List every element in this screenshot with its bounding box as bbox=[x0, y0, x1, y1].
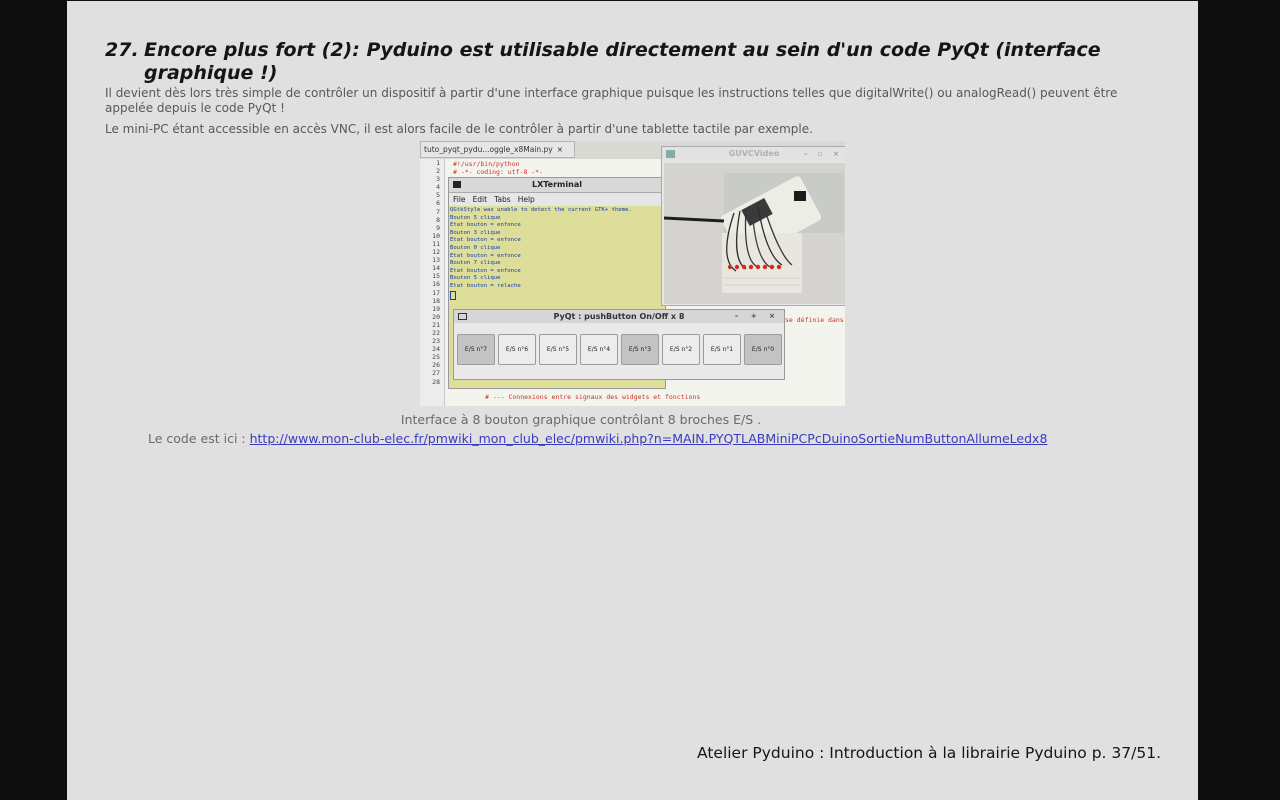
line-number: 20 bbox=[432, 312, 440, 321]
terminal-menu-tabs[interactable]: Tabs bbox=[494, 195, 511, 204]
line-number: 24 bbox=[432, 345, 440, 354]
line-number: 15 bbox=[432, 272, 440, 281]
terminal-line: Bouton 7 clique bbox=[450, 260, 501, 267]
line-number-gutter: 1 2 3 4 5 6 7 8 9 10 11 12 13 14 15 16 17 18 19 20 21 22 23 24 2… bbox=[420, 159, 445, 406]
terminal-titlebar: LXTerminal bbox=[449, 178, 665, 193]
terminal-line: Bouton 5 clique bbox=[450, 214, 501, 221]
pyqt-title: PyQt : pushButton On/Off x 8 bbox=[553, 312, 685, 321]
line-number: 25 bbox=[432, 353, 440, 362]
video-title: GUVCVideo bbox=[728, 149, 780, 158]
line-number: 21 bbox=[432, 320, 440, 329]
code-link-line: Le code est ici : http://www.mon-club-el… bbox=[148, 431, 1148, 446]
window-controls: – + × bbox=[734, 312, 780, 320]
terminal-menu-file[interactable]: File bbox=[453, 195, 466, 204]
heading-text: Encore plus fort (2): Pyduino est utilis… bbox=[144, 39, 1101, 84]
terminal-icon bbox=[453, 181, 461, 188]
terminal-menu-edit[interactable]: Edit bbox=[473, 195, 488, 204]
io-toggle-button[interactable]: E/S n°4 bbox=[580, 334, 618, 365]
video-window: GUVCVideo – ▫ × bbox=[661, 146, 845, 306]
camera-feed bbox=[664, 163, 845, 304]
code-link-prefix: Le code est ici : bbox=[148, 431, 250, 446]
line-number: 6 bbox=[436, 199, 440, 208]
line-number: 7 bbox=[436, 207, 440, 216]
page-footer: Atelier Pyduino : Introduction à la libr… bbox=[697, 744, 1161, 762]
line-number: 4 bbox=[436, 183, 440, 192]
terminal-cursor bbox=[450, 290, 664, 304]
line-number: 12 bbox=[432, 248, 440, 257]
terminal-line: Etat bouton = enfonce bbox=[450, 237, 521, 244]
slide-heading: 27. Encore plus fort (2): Pyduino est ut… bbox=[105, 39, 1105, 85]
line-number: 14 bbox=[432, 264, 440, 273]
close-icon: × bbox=[556, 145, 564, 154]
line-number: 18 bbox=[432, 296, 440, 305]
heading-number: 27. bbox=[105, 39, 139, 61]
terminal-line: QGtkStyle was unable to detect the curre… bbox=[450, 207, 632, 213]
terminal-output: QGtkStyle was unable to detect the curre… bbox=[449, 206, 665, 304]
line-number: 19 bbox=[432, 304, 440, 313]
line-number: 17 bbox=[432, 288, 440, 297]
io-toggle-button[interactable]: E/S n°0 bbox=[744, 334, 782, 365]
button-row: E/S n°7 E/S n°6 E/S n°5 E/S n°4 E/S n°3 E/S n… bbox=[457, 334, 782, 365]
editor-tab-label: tuto_pyqt_pydu...oggle_x8Main.py bbox=[424, 145, 553, 154]
code-line: # -*- coding: utf-8 -*- bbox=[453, 168, 544, 176]
terminal-line: Bouton 3 clique bbox=[450, 229, 501, 236]
breadboard-photo bbox=[664, 163, 845, 304]
terminal-line: Etat bouton = relache bbox=[450, 282, 521, 289]
line-number: 5 bbox=[436, 191, 440, 200]
io-toggle-button[interactable]: E/S n°7 bbox=[457, 334, 495, 365]
pyqt-titlebar: PyQt : pushButton On/Off x 8 – + × bbox=[454, 310, 784, 323]
io-toggle-button[interactable]: E/S n°6 bbox=[498, 334, 536, 365]
line-number: 13 bbox=[432, 256, 440, 265]
terminal-line: Bouton 0 clique bbox=[450, 244, 501, 251]
io-toggle-button[interactable]: E/S n°2 bbox=[662, 334, 700, 365]
line-number: 23 bbox=[432, 337, 440, 346]
code-line: # --- Connexions entre signaux des widge… bbox=[485, 393, 701, 401]
slide-page: 27. Encore plus fort (2): Pyduino est ut… bbox=[67, 1, 1198, 800]
terminal-line: Etat bouton = enfonce bbox=[450, 252, 521, 259]
terminal-line: Etat bouton = enfonce bbox=[450, 267, 521, 274]
window-icon bbox=[458, 313, 467, 320]
line-number: 28 bbox=[432, 377, 440, 386]
line-number: 10 bbox=[432, 231, 440, 240]
terminal-menu-help[interactable]: Help bbox=[518, 195, 535, 204]
embedded-screenshot: tuto_pyqt_pydu...oggle_x8Main.py × 123456… bbox=[420, 141, 845, 406]
paragraph-1: Il devient dès lors très simple de contr… bbox=[105, 86, 1118, 115]
io-toggle-button[interactable]: E/S n°1 bbox=[703, 334, 741, 365]
window-controls: – ▫ × bbox=[804, 150, 843, 158]
terminal-line: Bouton 5 clique bbox=[450, 275, 501, 282]
line-number: 3 bbox=[436, 175, 440, 184]
editor-tab: tuto_pyqt_pydu...oggle_x8Main.py × bbox=[420, 141, 575, 158]
line-number: 11 bbox=[432, 239, 440, 248]
line-number: 22 bbox=[432, 328, 440, 337]
pyqt-window: PyQt : pushButton On/Off x 8 – + × E/S n… bbox=[453, 309, 785, 380]
line-number: 1 bbox=[436, 159, 440, 167]
io-toggle-button[interactable]: E/S n°3 bbox=[621, 334, 659, 365]
terminal-line: Etat bouton = enfonce bbox=[450, 222, 521, 229]
video-titlebar: GUVCVideo – ▫ × bbox=[662, 147, 845, 161]
code-fragment: se définie dans bbox=[785, 316, 844, 324]
line-number: 8 bbox=[436, 215, 440, 224]
camera-icon bbox=[666, 150, 675, 158]
line-number: 27 bbox=[432, 369, 440, 378]
terminal-menubar: File Edit Tabs Help bbox=[449, 193, 665, 206]
line-number: 26 bbox=[432, 361, 440, 370]
figure-caption: Interface à 8 bouton graphique contrôlan… bbox=[400, 412, 762, 427]
paragraph-2: Le mini-PC étant accessible en accès VNC… bbox=[105, 122, 813, 136]
line-number: 9 bbox=[436, 223, 440, 232]
terminal-title: LXTerminal bbox=[532, 180, 582, 189]
line-number: 16 bbox=[432, 280, 440, 289]
code-link[interactable]: http://www.mon-club-elec.fr/pmwiki_mon_c… bbox=[250, 431, 1048, 446]
io-toggle-button[interactable]: E/S n°5 bbox=[539, 334, 577, 365]
code-line: #!/usr/bin/python bbox=[453, 160, 520, 168]
line-number: 2 bbox=[436, 167, 440, 176]
